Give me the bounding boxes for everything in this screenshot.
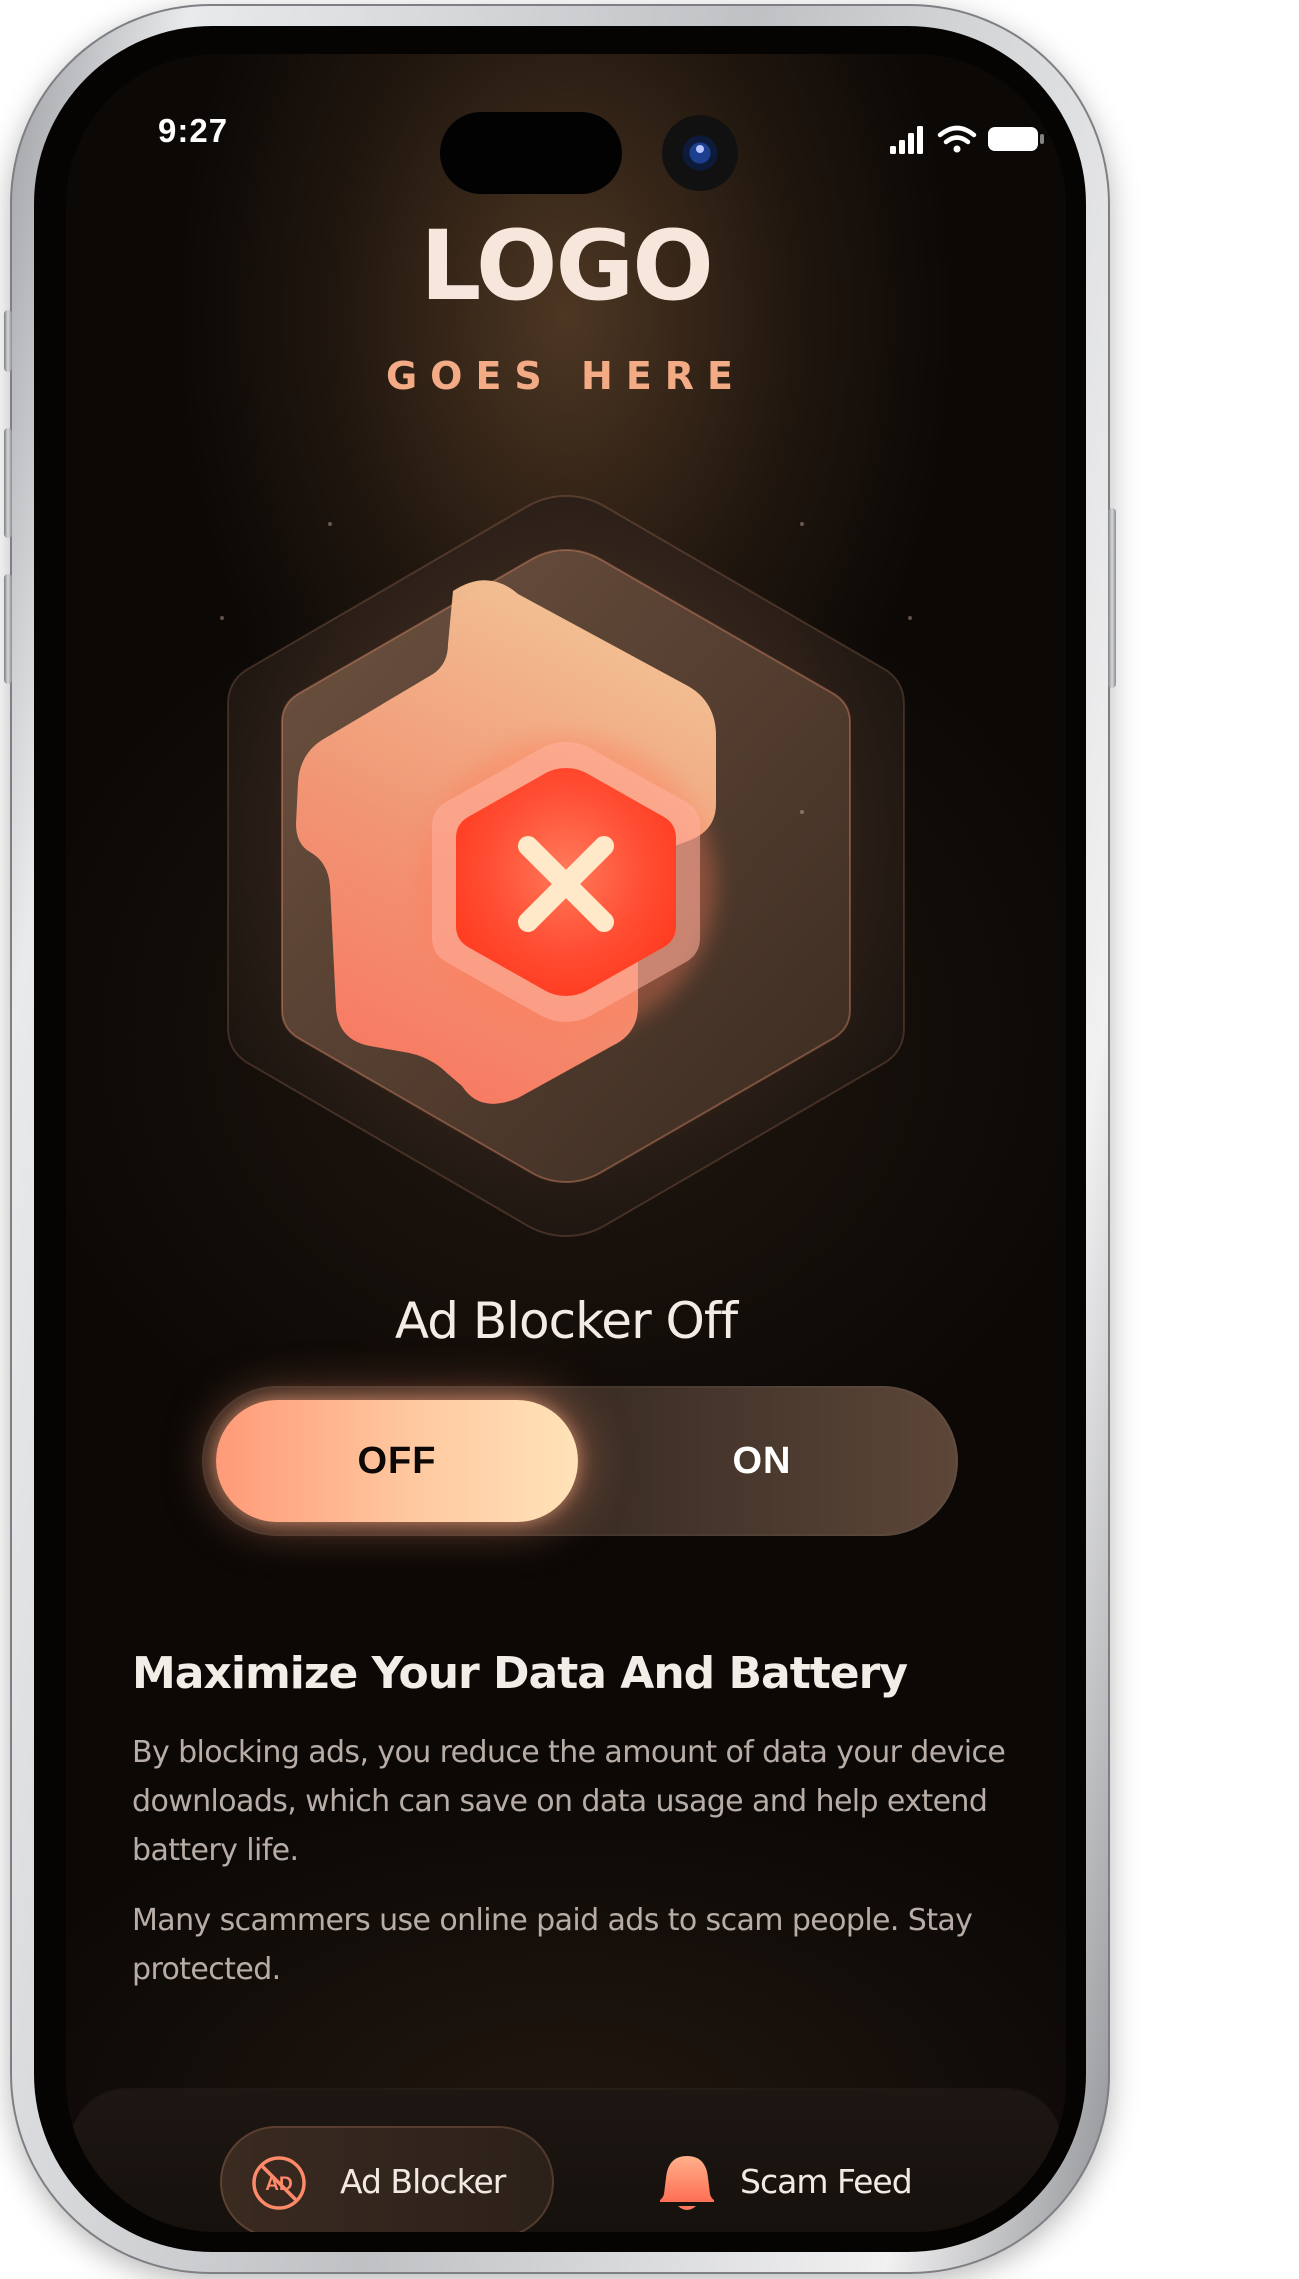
action-button: [4, 310, 12, 372]
volume-up-button: [4, 428, 12, 538]
nav-item-ad-blocker[interactable]: AD Ad Blocker: [220, 2126, 554, 2232]
bell-icon: [660, 2156, 714, 2210]
logo-title: LOGO: [420, 210, 714, 322]
info-paragraph: Many scammers use online paid ads to sca…: [132, 1903, 973, 1987]
status-time: 9:27: [158, 112, 229, 149]
battery-icon: [988, 127, 1044, 151]
nav-item-scam-feed[interactable]: Scam Feed: [658, 2126, 958, 2232]
dynamic-island: [440, 112, 622, 194]
wifi-icon: [937, 125, 977, 153]
logo-subtitle: GOES HERE: [385, 354, 747, 398]
info-heading: Maximize Your Data And Battery: [132, 1648, 908, 1699]
phone-frame: 9:27 LOGO GOES HERE Ad Blocker Off OFF O…: [4, 4, 1116, 2274]
status-icons: [890, 125, 1044, 154]
nav-item-label: Scam Feed: [740, 2162, 913, 2201]
svg-text:AD: AD: [265, 2174, 292, 2195]
app-screen: 9:27 LOGO GOES HERE Ad Blocker Off OFF O…: [66, 54, 1066, 2232]
info-paragraph: By blocking ads, you reduce the amount o…: [132, 1735, 1006, 1868]
power-button: [1108, 508, 1116, 688]
ad-blocker-toggle[interactable]: OFF ON: [202, 1386, 958, 1536]
ad-blocker-status-graphic: [220, 494, 912, 1238]
volume-down-button: [4, 574, 12, 684]
nav-item-label: Ad Blocker: [340, 2162, 506, 2201]
ad-block-icon: AD: [252, 2156, 306, 2210]
toggle-off-option[interactable]: OFF: [216, 1400, 578, 1522]
camera-icon: [662, 115, 738, 191]
bottom-nav: AD Ad Blocker Scam Feed: [70, 2090, 1062, 2232]
toggle-on-option[interactable]: ON: [580, 1400, 944, 1522]
ad-blocker-status-title: Ad Blocker Off: [394, 1292, 738, 1350]
phone-bezel: 9:27 LOGO GOES HERE Ad Blocker Off OFF O…: [34, 26, 1086, 2252]
cellular-signal-icon: [890, 126, 923, 154]
